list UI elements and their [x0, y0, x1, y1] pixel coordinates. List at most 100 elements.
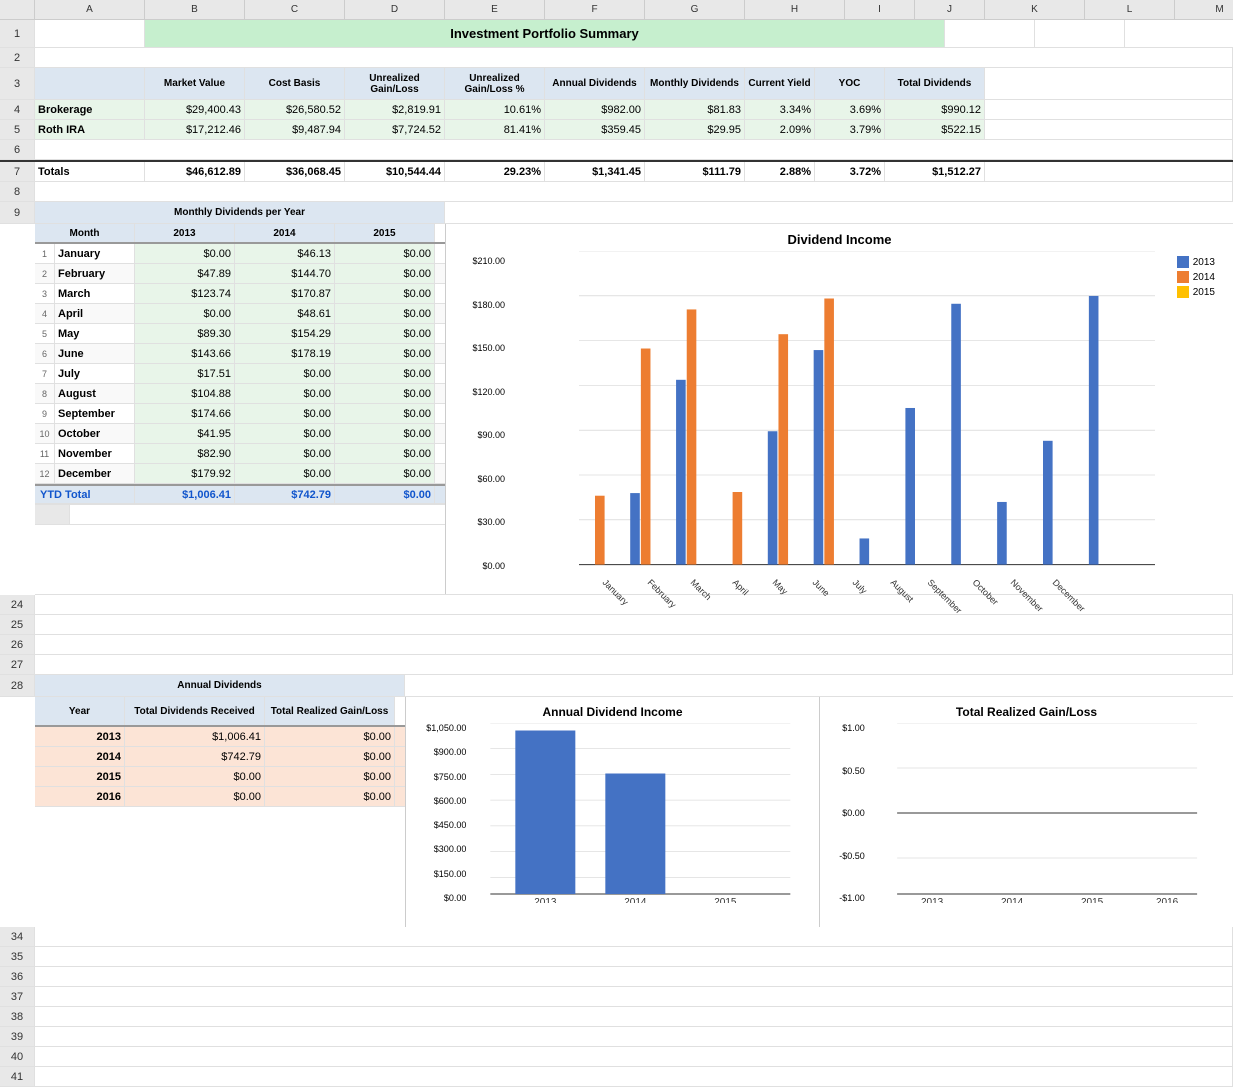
totals-unrealized-pct: 29.23%: [445, 162, 545, 181]
annual-row-3: 2015 $0.00 $0.00: [35, 767, 405, 787]
cell-28-rest: [405, 675, 1233, 696]
monthly-2014-12: $0.00: [235, 464, 335, 483]
legend-2015: 2015: [1177, 286, 1215, 298]
row-9: 9 Monthly Dividends per Year: [0, 202, 1233, 224]
cell-7-rest: [985, 162, 1233, 181]
cell-3-rest: [985, 68, 1233, 99]
dividend-income-svg: [509, 251, 1225, 571]
rownum-35: 35: [0, 947, 35, 966]
rownum-26: 26: [0, 635, 35, 654]
row-35: 35: [0, 947, 1233, 967]
bar-2013-5: [814, 350, 824, 565]
rownum-6: 6: [0, 140, 35, 159]
monthly-extra-4: [35, 570, 445, 588]
annual-received-4: $0.00: [125, 787, 265, 806]
row-26: 26: [0, 635, 1233, 655]
rownum-8: 8: [0, 182, 35, 201]
monthly-2014-1: $46.13: [235, 244, 335, 263]
annual-table: Year Total Dividends Received Total Real…: [35, 697, 405, 927]
col-header-m: M: [1175, 0, 1233, 19]
svg-text:2013: 2013: [921, 897, 944, 903]
rownum-28: 28: [0, 675, 35, 696]
cell-3-b: [35, 68, 145, 99]
realized-chart-inner: $1.00 $0.50 $0.00 -$0.50 -$1.00 2013 201…: [828, 723, 1225, 903]
bar-2014-4: [778, 334, 788, 564]
col-header-l: L: [1085, 0, 1175, 19]
totals-unrealized-gl: $10,544.44: [345, 162, 445, 181]
header-total-div: Total Dividends: [885, 68, 985, 99]
totals-monthly-div: $111.79: [645, 162, 745, 181]
month-col-header: Month: [35, 224, 135, 242]
annual-div-title: Annual Dividends: [35, 675, 405, 696]
monthly-2013-8: $104.88: [135, 384, 235, 403]
realized-gl-header: Total Realized Gain/Loss: [265, 697, 395, 725]
totals-yoc: 3.72%: [815, 162, 885, 181]
brokerage-cost-basis: $26,580.52: [245, 100, 345, 119]
monthly-row-num-9: 9: [35, 404, 55, 423]
monthly-row-num-3: 3: [35, 284, 55, 303]
monthly-row-num-1: 1: [35, 244, 55, 263]
rothira-total-div: $522.15: [885, 120, 985, 139]
annual-row-4: 2016 $0.00 $0.00: [35, 787, 405, 807]
y-label-4: $90.00: [454, 430, 505, 440]
bar-2014-2: [687, 309, 697, 564]
realized-chart-title: Total Realized Gain/Loss: [828, 705, 1225, 719]
cell-5-rest: [985, 120, 1233, 139]
annual-y-labels: $1,050.00 $900.00 $750.00 $600.00 $450.0…: [414, 723, 470, 903]
row-40: 40: [0, 1047, 1233, 1067]
row-7: 7 Totals $46,612.89 $36,068.45 $10,544.4…: [0, 160, 1233, 182]
row-2: 2: [0, 48, 1233, 68]
rothira-name: Roth IRA: [35, 120, 145, 139]
monthly-2013-6: $143.66: [135, 344, 235, 363]
monthly-row-num-10: 10: [35, 424, 55, 443]
svg-text:2014: 2014: [625, 897, 648, 903]
monthly-2015-12: $0.00: [335, 464, 435, 483]
monthly-rows: 1 January $0.00 $46.13 $0.00 2 February …: [35, 244, 445, 484]
ytd-2013: $1,006.41: [135, 486, 235, 503]
col-header-d: D: [345, 0, 445, 19]
rownum-36: 36: [0, 967, 35, 986]
y-label-3: $120.00: [454, 387, 505, 397]
monthly-2015-1: $0.00: [335, 244, 435, 263]
monthly-2015-10: $0.00: [335, 424, 435, 443]
y-label-0: $210.00: [454, 256, 505, 266]
row-37: 37: [0, 987, 1233, 1007]
dividend-income-chart-wrapper: Dividend Income $210.00 $180.00 $150.00 …: [445, 224, 1233, 594]
header-unrealized-gl-pct: Unrealized Gain/Loss %: [445, 68, 545, 99]
totals-cost-basis: $36,068.45: [245, 162, 345, 181]
monthly-row-7: 7 July $17.51 $0.00 $0.00: [35, 364, 445, 384]
monthly-month-7: July: [55, 364, 135, 383]
annual-gl-2: $0.00: [265, 747, 395, 766]
annual-row-1: 2013 $1,006.41 $0.00: [35, 727, 405, 747]
monthly-2014-3: $170.87: [235, 284, 335, 303]
col-header-f: F: [545, 0, 645, 19]
monthly-row-2: 2 February $47.89 $144.70 $0.00: [35, 264, 445, 284]
monthly-month-2: February: [55, 264, 135, 283]
y-label-2: $150.00: [454, 343, 505, 353]
brokerage-unrealized-gl: $2,819.91: [345, 100, 445, 119]
col-header-c: C: [245, 0, 345, 19]
annual-bar-2014: [606, 774, 666, 895]
bar-2014-1: [641, 349, 651, 565]
monthly-2014-10: $0.00: [235, 424, 335, 443]
svg-text:2015: 2015: [715, 897, 738, 903]
svg-text:May: May: [771, 577, 790, 596]
rownum-24: [35, 505, 70, 524]
monthly-row-4: 4 April $0.00 $48.61 $0.00: [35, 304, 445, 324]
rothira-unrealized-gl: $7,724.52: [345, 120, 445, 139]
monthly-row-num-5: 5: [35, 324, 55, 343]
brokerage-total-div: $990.12: [885, 100, 985, 119]
legend-2013-box: [1177, 256, 1189, 268]
col-header-a: A: [35, 0, 145, 19]
monthly-2013-1: $0.00: [135, 244, 235, 263]
header-current-yield: Current Yield: [745, 68, 815, 99]
monthly-2014-4: $48.61: [235, 304, 335, 323]
row-8: 8: [0, 182, 1233, 202]
row-1: 1 Investment Portfolio Summary: [0, 20, 1233, 48]
col-header-j: J: [915, 0, 985, 19]
cell-6-empty: [35, 140, 1233, 159]
monthly-2013-10: $41.95: [135, 424, 235, 443]
header-monthly-div: Monthly Dividends: [645, 68, 745, 99]
year-col-header: Year: [35, 697, 125, 725]
row-27: 27: [0, 655, 1233, 675]
